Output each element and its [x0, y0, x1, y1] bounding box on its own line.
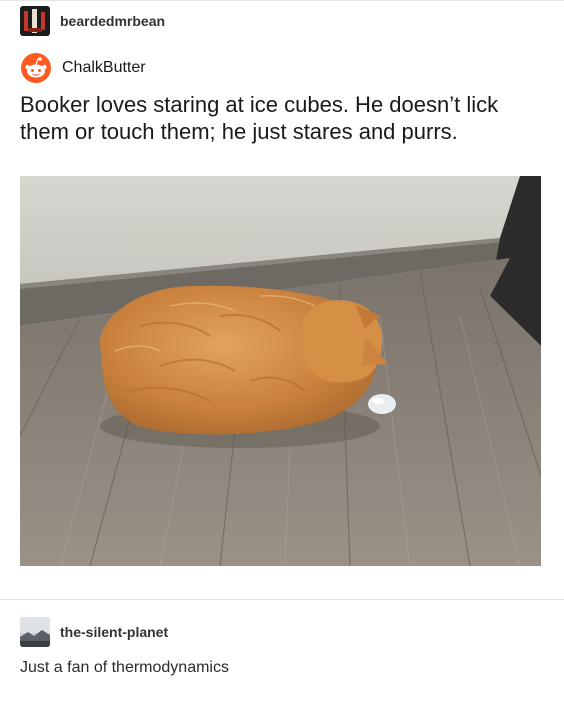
reblog-header: beardedmrbean [20, 6, 165, 36]
reply-body-text: Just a fan of thermodynamics [20, 659, 229, 676]
replier-username[interactable]: the-silent-planet [60, 624, 168, 640]
cat-photo [20, 176, 541, 566]
top-divider [0, 0, 564, 1]
post-body-text: Booker loves staring at ice cubes. He do… [20, 92, 499, 144]
reddit-snoo-icon [21, 53, 51, 83]
reblogger-username[interactable]: beardedmrbean [60, 13, 165, 29]
replier-avatar[interactable] [20, 617, 50, 647]
reply-header: the-silent-planet [20, 617, 168, 647]
reddit-username[interactable]: ChalkButter [62, 59, 146, 77]
reply-divider [0, 599, 564, 600]
reblogger-avatar[interactable] [20, 6, 50, 36]
reddit-header: ChalkButter [20, 52, 146, 84]
